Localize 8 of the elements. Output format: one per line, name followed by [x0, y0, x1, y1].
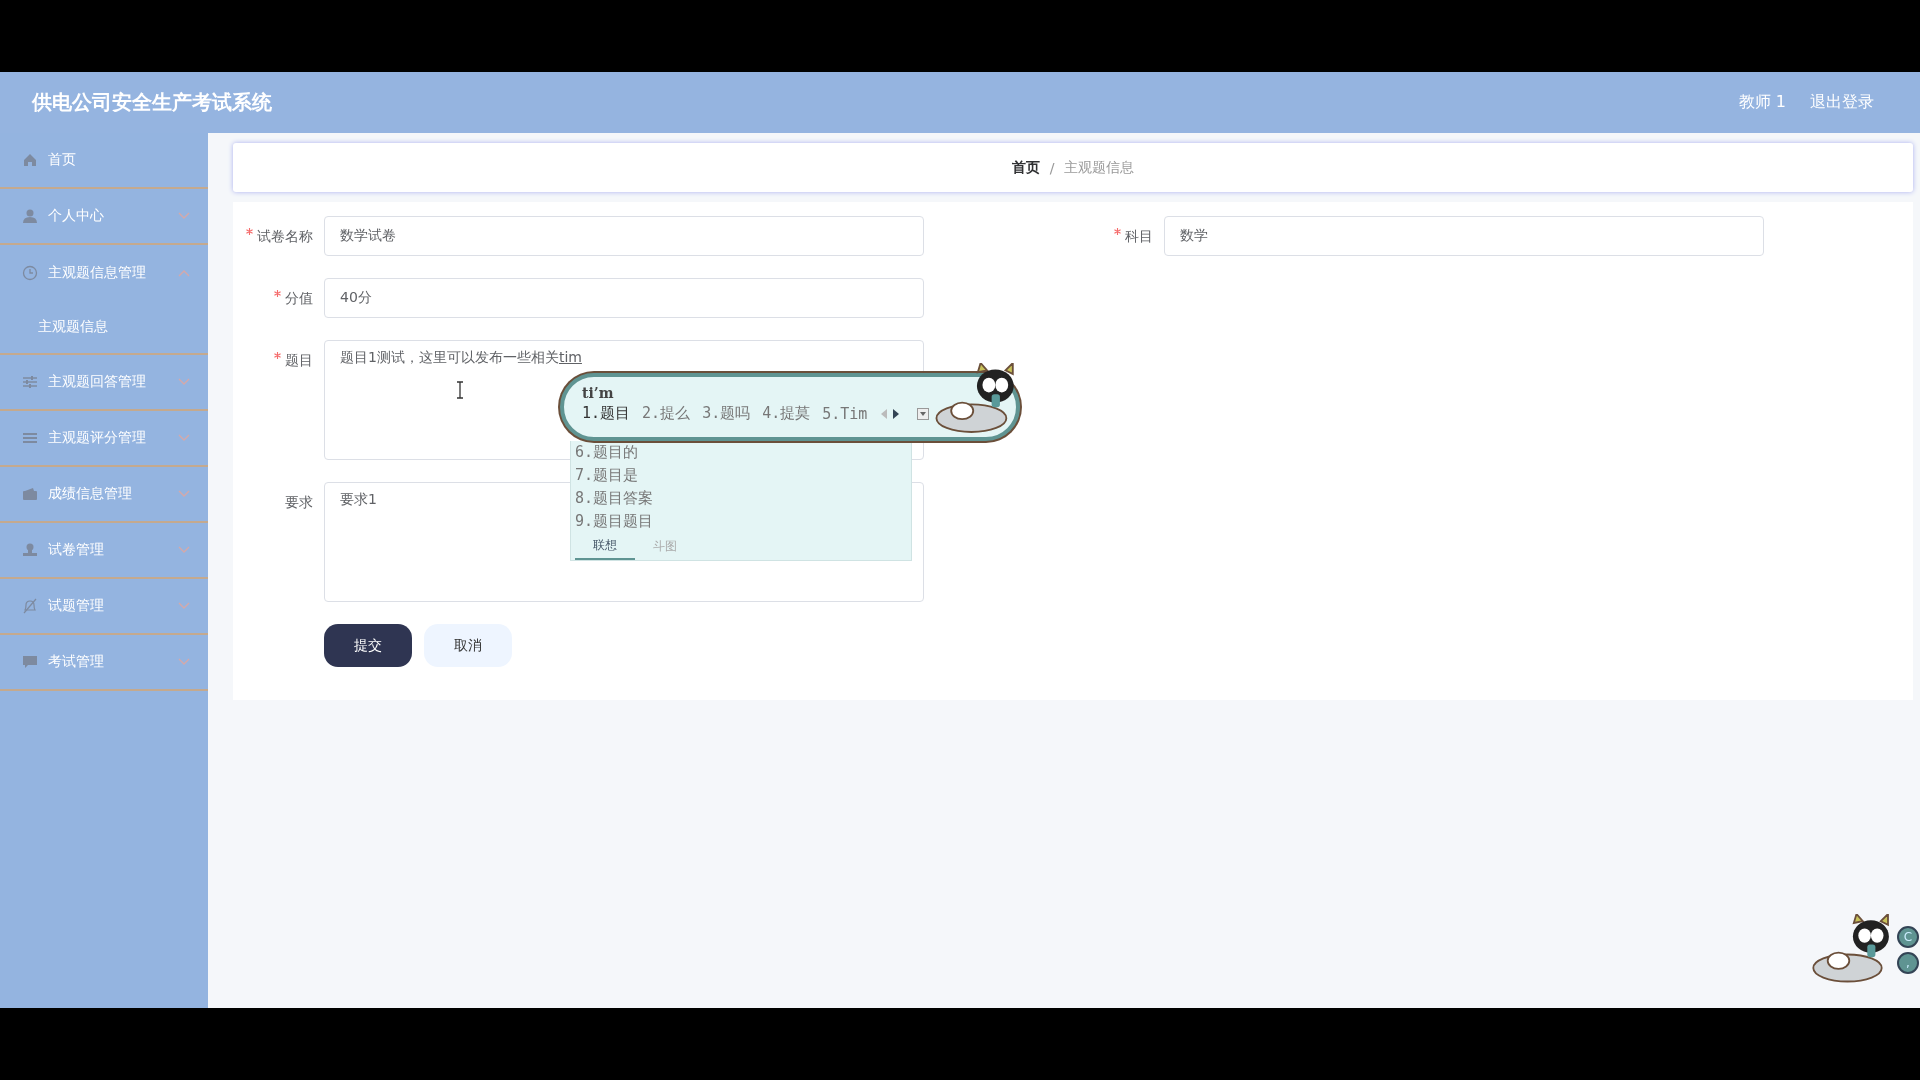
field-label: 科目	[1125, 228, 1153, 244]
field-label: 题目	[285, 352, 313, 368]
field-label: 试卷名称	[257, 228, 313, 244]
ime-input-text: ti’m	[582, 385, 614, 401]
app-title: 供电公司安全生产考试系统	[32, 89, 273, 116]
breadcrumb-separator: /	[1049, 159, 1055, 176]
field-label: 分值	[285, 290, 313, 306]
field-label: 要求	[285, 494, 313, 510]
